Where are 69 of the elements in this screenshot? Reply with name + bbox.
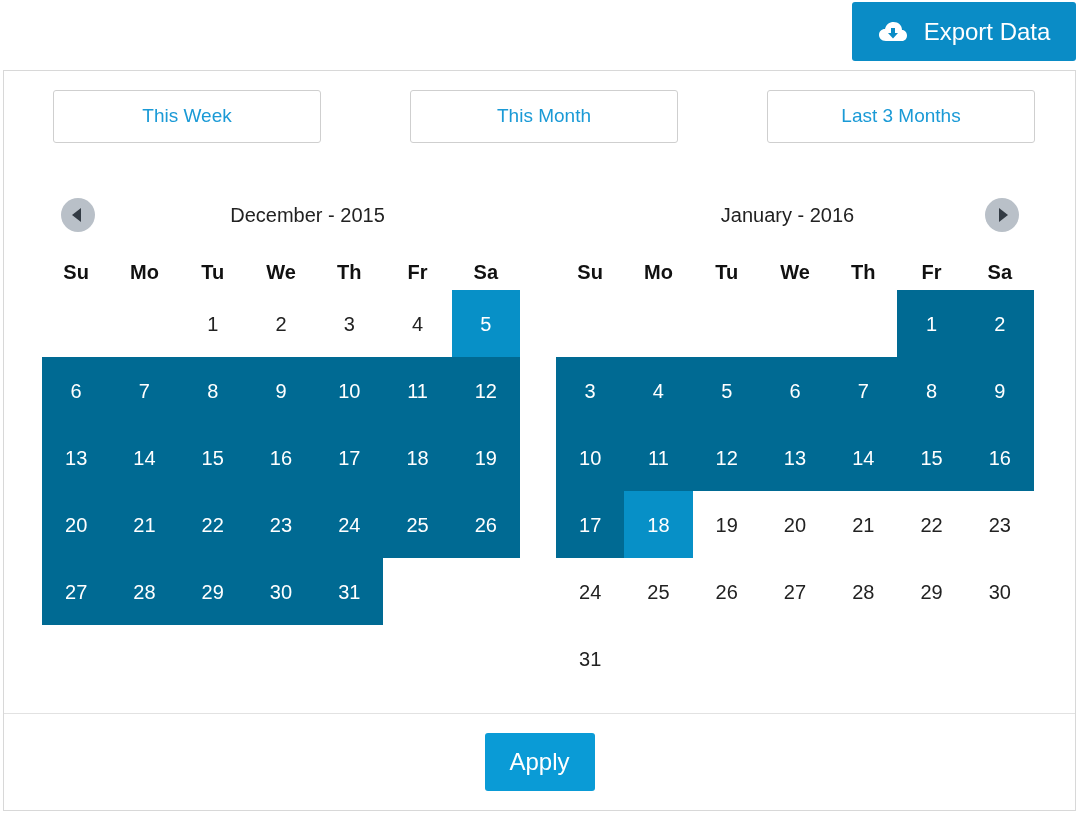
cloud-download-icon	[877, 19, 908, 44]
day-cell[interactable]: 11	[624, 424, 693, 491]
preset-range-button[interactable]: This Month	[410, 90, 678, 143]
day-cell[interactable]: 6	[42, 357, 111, 424]
weekday-label: Sa	[987, 259, 1013, 285]
preset-range-button[interactable]: Last 3 Months	[767, 90, 1035, 143]
preset-range-button[interactable]: This Week	[53, 90, 321, 143]
next-month-icon[interactable]	[985, 198, 1019, 232]
day-cell[interactable]: 26	[451, 491, 520, 558]
day-cell[interactable]: 9	[246, 357, 316, 424]
day-cell[interactable]: 30	[246, 558, 316, 625]
day-cell[interactable]: 5	[692, 357, 761, 424]
day-cell[interactable]: 5	[451, 290, 520, 357]
weekday-label: Mo	[129, 259, 159, 285]
weekday-label: Su	[577, 259, 603, 285]
day-cell[interactable]: 8	[178, 357, 247, 424]
weekday-label: Fr	[921, 259, 942, 285]
day-cell[interactable]: 20	[42, 491, 111, 558]
month-title: December - 2015	[230, 203, 385, 228]
weekday-label: Tu	[201, 259, 225, 285]
day-cell[interactable]: 13	[760, 424, 830, 491]
day-cell[interactable]: 18	[383, 424, 452, 491]
weekday-label: Fr	[407, 259, 428, 285]
day-cell[interactable]: 2	[965, 290, 1034, 357]
day-cell[interactable]: 19	[451, 424, 520, 491]
day-cell[interactable]: 24	[315, 491, 384, 558]
day-cell[interactable]: 31	[315, 558, 384, 625]
day-cell[interactable]: 10	[315, 357, 384, 424]
day-cell[interactable]: 17	[556, 491, 625, 558]
day-cell[interactable]: 16	[246, 424, 316, 491]
day-cell[interactable]: 12	[451, 357, 520, 424]
day-cell[interactable]: 15	[178, 424, 247, 491]
day-cell[interactable]: 12	[692, 424, 761, 491]
previous-month-icon[interactable]	[61, 198, 95, 232]
day-cell[interactable]: 9	[965, 357, 1034, 424]
day-cell[interactable]: 11	[383, 357, 452, 424]
day-cell[interactable]: 7	[110, 357, 179, 424]
day-cell[interactable]: 6	[760, 357, 830, 424]
weekday-label: Th	[851, 259, 876, 285]
day-cell[interactable]: 25	[383, 491, 452, 558]
day-cell[interactable]: 23	[246, 491, 316, 558]
apply-button[interactable]: Apply	[484, 733, 595, 791]
month-title: January - 2016	[720, 203, 855, 228]
day-cell[interactable]: 13	[42, 424, 111, 491]
day-cell[interactable]: 8	[897, 357, 966, 424]
weekday-label: Su	[63, 259, 89, 285]
day-cell[interactable]: 4	[624, 357, 693, 424]
weekday-label: Th	[337, 259, 362, 285]
day-cell[interactable]: 14	[829, 424, 898, 491]
day-cell[interactable]: 28	[110, 558, 179, 625]
day-cell[interactable]: 10	[556, 424, 625, 491]
day-cell[interactable]: 17	[315, 424, 384, 491]
day-cell[interactable]: 7	[829, 357, 898, 424]
day-cell[interactable]: 16	[965, 424, 1034, 491]
day-cell[interactable]: 29	[178, 558, 247, 625]
weekday-label: Mo	[643, 259, 673, 285]
day-cell[interactable]: 21	[110, 491, 179, 558]
day-cell[interactable]: 1	[897, 290, 966, 357]
day-cell[interactable]: 27	[42, 558, 111, 625]
weekday-label: Tu	[715, 259, 739, 285]
day-cell[interactable]: 18	[624, 491, 693, 558]
export-data-button[interactable]: Export Data	[852, 2, 1076, 61]
weekday-label: We	[780, 259, 810, 285]
day-cell[interactable]: 14	[110, 424, 179, 491]
day-cell[interactable]: 15	[897, 424, 966, 491]
day-cell[interactable]: 3	[556, 357, 625, 424]
weekday-label: We	[266, 259, 296, 285]
day-cell[interactable]: 22	[178, 491, 247, 558]
weekday-label: Sa	[473, 259, 499, 285]
